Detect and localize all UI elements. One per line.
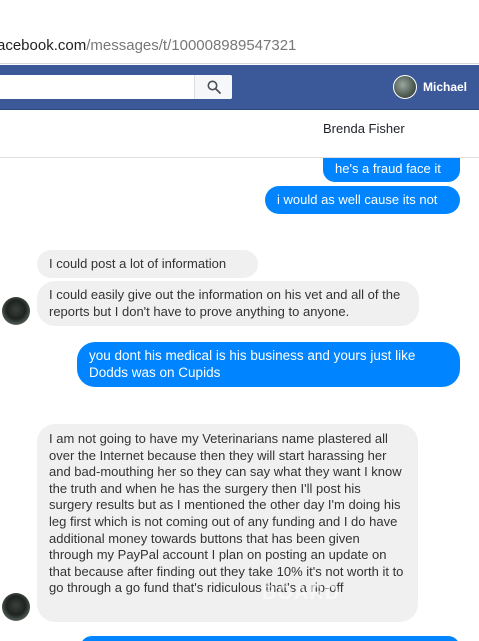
message-outgoing[interactable]: you dont his medical is his business and… — [77, 342, 460, 387]
url-path: /messages/t/100008989547321 — [86, 37, 297, 54]
browser-url-bar: acebook.com/messages/t/100008989547321 — [0, 0, 479, 64]
profile-name-link[interactable]: Michael — [423, 80, 467, 94]
message-outgoing[interactable]: he's a fraud face it — [323, 158, 460, 182]
message-incoming[interactable]: I could post a lot of information — [37, 250, 258, 278]
contact-avatar[interactable] — [2, 297, 30, 325]
message-outgoing-partial — [80, 636, 460, 641]
message-outgoing[interactable]: i would as well cause its not — [265, 186, 460, 214]
contact-avatar[interactable] — [2, 593, 30, 621]
url-host: acebook.com — [0, 37, 87, 54]
user-avatar[interactable] — [393, 75, 417, 99]
contact-name[interactable]: Brenda Fisher — [323, 121, 405, 136]
search-icon — [207, 80, 221, 94]
message-incoming[interactable]: I could easily give out the information … — [37, 281, 419, 326]
watermark: BOARD — [262, 582, 341, 604]
message-incoming[interactable]: I am not going to have my Veterinarians … — [37, 424, 418, 622]
facebook-top-bar: Michael — [0, 65, 479, 110]
address-field[interactable]: acebook.com/messages/t/100008989547321 — [0, 37, 296, 54]
conversation-header: Brenda Fisher — [0, 110, 479, 158]
search-button[interactable] — [194, 75, 232, 99]
